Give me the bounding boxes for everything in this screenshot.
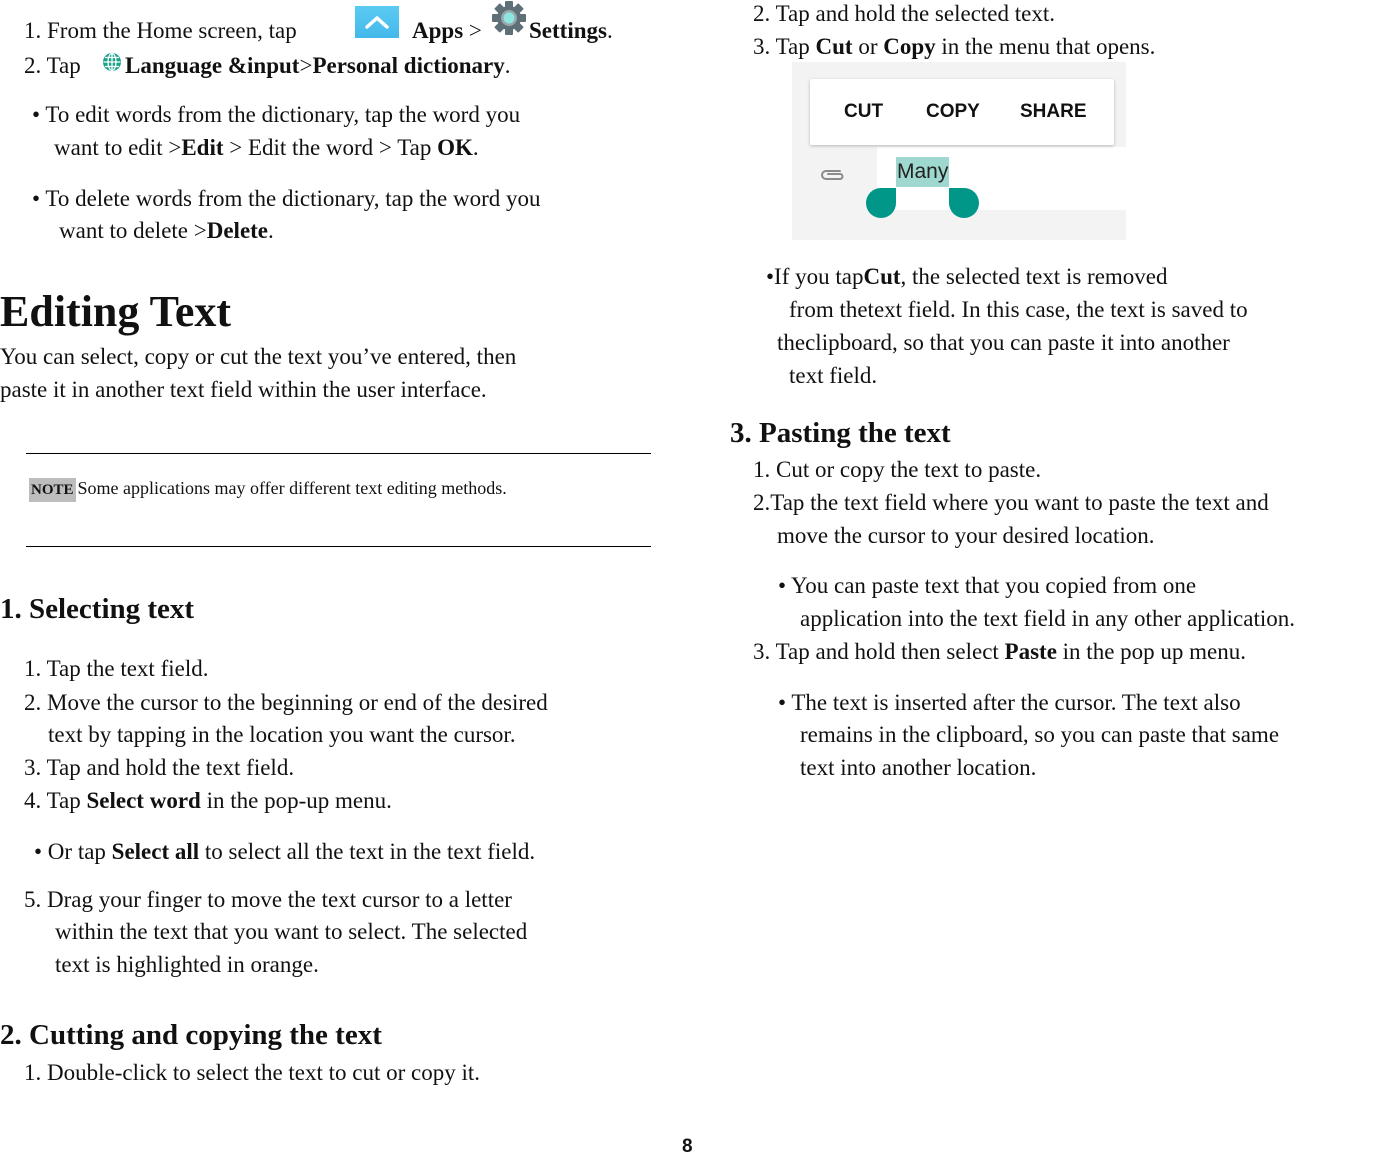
text: in the pop up menu. bbox=[1056, 639, 1247, 664]
copy-menu-item[interactable]: COPY bbox=[926, 101, 980, 123]
text: or bbox=[852, 34, 884, 59]
paste-bullet2-line2: remains in the clipboard, so you can pas… bbox=[800, 722, 1280, 747]
copy-label: Copy bbox=[883, 34, 936, 59]
delete-label: Delete bbox=[206, 218, 269, 243]
cut-label: Cut bbox=[863, 264, 901, 289]
settings-gear-icon bbox=[492, 1, 526, 35]
period: . bbox=[606, 18, 613, 43]
text: to select all the text in the text field… bbox=[199, 839, 536, 864]
section-heading-pasting: 3. Pasting the text bbox=[730, 417, 951, 449]
paste-bullet2-line1: • The text is inserted after the cursor.… bbox=[778, 690, 1241, 715]
step-text: 1. From the Home screen, tap bbox=[24, 18, 297, 43]
paste-bullet2-line3: text into another location. bbox=[800, 755, 1037, 780]
cut-bullet-line3: theclipboard, so that you can paste it i… bbox=[777, 330, 1230, 355]
selection-popup-menu: CUT COPY SHARE bbox=[810, 79, 1114, 145]
apps-settings-path: Apps > bbox=[412, 14, 482, 47]
cut-bullet-line1: •If you tapCut, the selected text is rem… bbox=[766, 260, 1168, 293]
text: > Edit the word > Tap bbox=[223, 135, 438, 160]
globe-language-icon bbox=[103, 52, 121, 72]
intro-line1: You can select, copy or cut the text you… bbox=[0, 344, 517, 369]
apps-label: Apps bbox=[412, 18, 464, 43]
text-selection-screenshot: CUT COPY SHARE Many bbox=[792, 62, 1126, 240]
paste-bullet1-line2: application into the text field in any o… bbox=[800, 606, 1295, 631]
select-step4: 4. Tap Select word in the pop-up menu. bbox=[24, 784, 392, 817]
language-input-label: Language &input bbox=[125, 53, 300, 78]
cut-menu-item[interactable]: CUT bbox=[844, 101, 883, 123]
select-step5-line3: text is highlighted in orange. bbox=[55, 952, 319, 977]
paste-step2-line1: 2.Tap the text field where you want to p… bbox=[753, 490, 1269, 515]
note-bottom-divider bbox=[26, 546, 651, 547]
text: in the menu that opens. bbox=[935, 34, 1156, 59]
cut-bullet-line2: from thetext field. In this case, the te… bbox=[789, 297, 1248, 322]
intro-line2: paste it in another text field within th… bbox=[0, 377, 487, 402]
ok-label: OK bbox=[437, 135, 473, 160]
text: , the selected text is removed bbox=[900, 264, 1168, 289]
select-step1: 1. Tap the text field. bbox=[24, 656, 209, 681]
page-title: Editing Text bbox=[0, 287, 232, 336]
cut-step1: 1. Double-click to select the text to cu… bbox=[24, 1060, 481, 1085]
cut-label: Cut bbox=[815, 34, 853, 59]
select-step5-line2: within the text that you want to select.… bbox=[55, 919, 528, 944]
text: want to delete > bbox=[59, 218, 207, 243]
bullet-edit-line2: want to edit >Edit > Edit the word > Tap… bbox=[54, 131, 479, 164]
select-all-label: Select all bbox=[111, 839, 200, 864]
step-text: 2. Tap bbox=[24, 53, 81, 78]
select-step2-line2: text by tapping in the location you want… bbox=[48, 722, 516, 747]
paste-step2-line2: move the cursor to your desired location… bbox=[777, 523, 1155, 548]
period: . bbox=[504, 53, 511, 78]
personal-dictionary-label: Personal dictionary bbox=[312, 53, 505, 78]
text: •If you tap bbox=[766, 264, 864, 289]
page-number: 8 bbox=[682, 1136, 693, 1157]
language-path: Language &input>Personal dictionary. bbox=[125, 49, 511, 82]
bullet-delete-line2: want to delete >Delete. bbox=[59, 214, 274, 247]
settings-label: Settings bbox=[529, 18, 607, 43]
step-open-settings: 1. From the Home screen, tap bbox=[24, 14, 297, 47]
note-badge: NOTE bbox=[29, 478, 76, 502]
text: in the pop-up menu. bbox=[200, 788, 392, 813]
text: 3. Tap bbox=[753, 34, 816, 59]
section-heading-selecting: 1. Selecting text bbox=[0, 593, 195, 625]
selection-handle-left[interactable] bbox=[866, 188, 896, 218]
text: 3. Tap and hold then select bbox=[753, 639, 1005, 664]
edit-label: Edit bbox=[181, 135, 224, 160]
cut-step2: 2. Tap and hold the selected text. bbox=[753, 1, 1055, 26]
period: . bbox=[472, 135, 479, 160]
section-heading-cutting: 2. Cutting and copying the text bbox=[0, 1019, 382, 1051]
settings-label-wrap: Settings. bbox=[529, 14, 613, 47]
select-word-label: Select word bbox=[86, 788, 201, 813]
paste-step1: 1. Cut or copy the text to paste. bbox=[753, 457, 1042, 482]
attachment-paperclip-icon[interactable] bbox=[818, 166, 848, 184]
sep: > bbox=[299, 53, 313, 78]
selection-handle-right[interactable] bbox=[949, 188, 979, 218]
apps-chevron-up-icon bbox=[355, 6, 399, 38]
paste-step3: 3. Tap and hold then select Paste in the… bbox=[753, 635, 1246, 668]
select-all-bullet: • Or tap Select all to select all the te… bbox=[34, 835, 535, 868]
step-tap-prefix: 2. Tap bbox=[24, 49, 81, 82]
share-menu-item[interactable]: SHARE bbox=[1020, 101, 1087, 123]
paste-label: Paste bbox=[1004, 639, 1057, 664]
text: 4. Tap bbox=[24, 788, 87, 813]
cut-step3: 3. Tap Cut or Copy in the menu that open… bbox=[753, 30, 1155, 63]
text: want to edit > bbox=[54, 135, 182, 160]
cut-bullet-line4: text field. bbox=[789, 363, 878, 388]
selected-word: Many bbox=[896, 157, 950, 187]
paste-bullet1-line1: • You can paste text that you copied fro… bbox=[778, 573, 1197, 598]
period: . bbox=[268, 218, 274, 243]
sep: > bbox=[463, 18, 482, 43]
note-box: NOTE Some applications may offer differen… bbox=[29, 478, 507, 502]
select-step3: 3. Tap and hold the text field. bbox=[24, 755, 295, 780]
note-top-divider bbox=[26, 453, 651, 454]
select-step5-line1: 5. Drag your finger to move the text cur… bbox=[24, 887, 512, 912]
note-text: Some applications may offer different te… bbox=[77, 478, 507, 498]
text: • Or tap bbox=[34, 839, 112, 864]
bullet-edit-line1: • To edit words from the dictionary, tap… bbox=[32, 102, 521, 127]
select-step2-line1: 2. Move the cursor to the beginning or e… bbox=[24, 690, 548, 715]
bullet-delete-line1: • To delete words from the dictionary, t… bbox=[32, 186, 541, 211]
